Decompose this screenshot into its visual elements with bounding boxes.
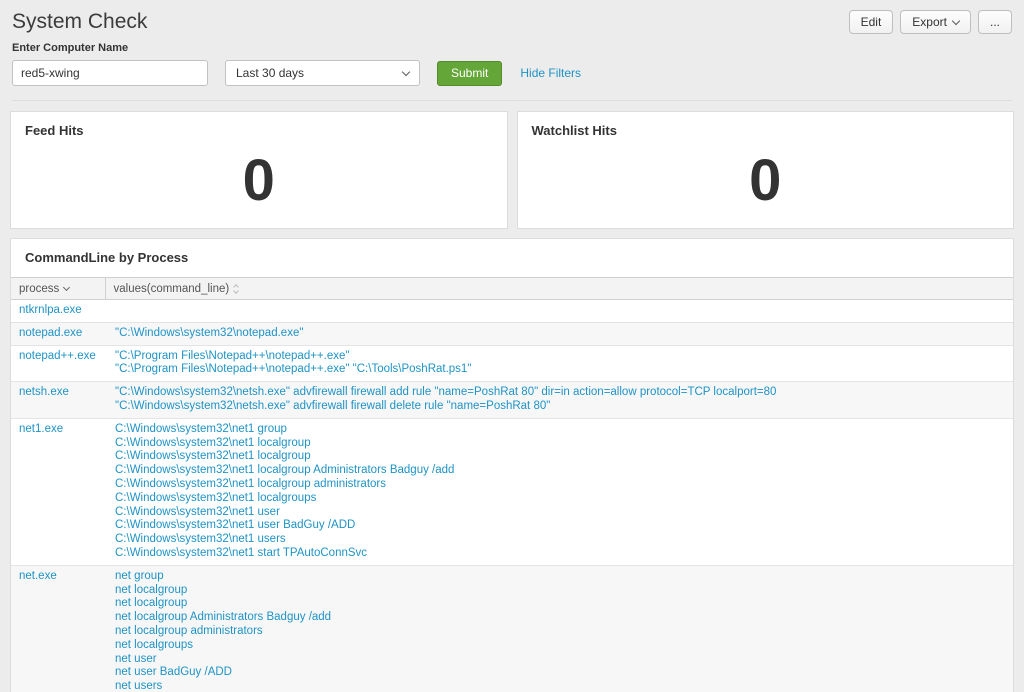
process-cell[interactable]: netsh.exe: [19, 386, 69, 398]
process-cell[interactable]: net.exe: [19, 570, 57, 582]
command-line-cell[interactable]: C:\Windows\system32\net1 group: [115, 423, 1005, 437]
feed-hits-panel: Feed Hits 0: [10, 111, 508, 229]
command-line-cell[interactable]: C:\Windows\system32\net1 localgroup: [115, 437, 1005, 451]
command-line-cell[interactable]: C:\Windows\system32\net1 localgroup Admi…: [115, 464, 1005, 478]
command-line-cell[interactable]: "C:\Windows\system32\netsh.exe" advfirew…: [115, 386, 1005, 400]
command-line-cell[interactable]: C:\Windows\system32\net1 user BadGuy /AD…: [115, 519, 1005, 533]
column-header-process[interactable]: process: [11, 278, 105, 300]
command-line-cell[interactable]: C:\Windows\system32\net1 localgroups: [115, 492, 1005, 506]
command-line-cell[interactable]: net localgroups: [115, 639, 1005, 653]
table-row: ntkrnlpa.exe: [11, 300, 1013, 323]
sort-both-icon: [234, 285, 238, 293]
column-header-values[interactable]: values(command_line): [105, 278, 1013, 300]
command-line-cell[interactable]: C:\Windows\system32\net1 start TPAutoCon…: [115, 547, 1005, 561]
watchlist-hits-value: 0: [749, 152, 781, 210]
chevron-down-icon: [952, 16, 960, 24]
chevron-down-icon: [402, 67, 410, 75]
command-line-cell[interactable]: net user: [115, 653, 1005, 667]
commandline-panel: CommandLine by Process process values(co…: [10, 238, 1014, 692]
time-range-selected-label: Last 30 days: [236, 66, 304, 80]
computer-name-input[interactable]: [12, 60, 208, 86]
command-line-cell[interactable]: net localgroup Administrators Badguy /ad…: [115, 611, 1005, 625]
submit-button[interactable]: Submit: [437, 61, 502, 86]
column-header-process-label: process: [19, 283, 59, 295]
command-line-cell[interactable]: net user BadGuy /ADD: [115, 666, 1005, 680]
hide-filters-link[interactable]: Hide Filters: [520, 66, 581, 80]
command-line-cell[interactable]: "C:\Program Files\Notepad++\notepad++.ex…: [115, 350, 1005, 364]
process-cell[interactable]: net1.exe: [19, 423, 63, 435]
table-body: ntkrnlpa.exe notepad.exe "C:\Windows\syst…: [11, 300, 1013, 692]
command-line-cell[interactable]: net users: [115, 680, 1005, 692]
export-button-label: Export: [912, 15, 947, 29]
command-line-cell[interactable]: net localgroup administrators: [115, 625, 1005, 639]
table-row: net.exenet groupnet localgroupnet localg…: [11, 565, 1013, 692]
command-line-cell[interactable]: "C:\Windows\system32\notepad.exe": [115, 327, 1005, 341]
column-header-values-label: values(command_line): [114, 283, 230, 295]
feed-hits-title: Feed Hits: [11, 112, 507, 142]
command-line-cell[interactable]: "C:\Program Files\Notepad++\notepad++.ex…: [115, 363, 1005, 377]
command-line-cell[interactable]: net localgroup: [115, 584, 1005, 598]
command-line-cell[interactable]: net group: [115, 570, 1005, 584]
process-cell[interactable]: notepad.exe: [19, 327, 82, 339]
command-line-cell[interactable]: net localgroup: [115, 597, 1005, 611]
commandline-panel-title: CommandLine by Process: [11, 239, 1013, 269]
command-line-cell[interactable]: C:\Windows\system32\net1 users: [115, 533, 1005, 547]
feed-hits-value: 0: [243, 152, 275, 210]
page-title: System Check: [12, 8, 147, 34]
watchlist-hits-title: Watchlist Hits: [518, 112, 1014, 142]
process-cell[interactable]: notepad++.exe: [19, 350, 96, 362]
filters-fieldset: Enter Computer Name Last 30 days Submit …: [12, 34, 1012, 101]
table-row: netsh.exe "C:\Windows\system32\netsh.exe"…: [11, 382, 1013, 419]
computer-name-label: Enter Computer Name: [12, 42, 1012, 54]
process-cell[interactable]: ntkrnlpa.exe: [19, 304, 82, 316]
results-table: process values(command_line) ntkrnlpa.ex…: [11, 277, 1013, 692]
dashboard-header: System Check Edit Export ... Enter Compu…: [0, 0, 1024, 101]
table-row: notepad.exe "C:\Windows\system32\notepad.…: [11, 322, 1013, 345]
dashboard-body: Feed Hits 0 Watchlist Hits 0 CommandLine…: [0, 101, 1024, 692]
table-row: net1.exeC:\Windows\system32\net1 groupC:…: [11, 418, 1013, 565]
header-actions: Edit Export ...: [849, 8, 1012, 34]
sort-desc-icon: [63, 284, 70, 291]
command-line-cell[interactable]: C:\Windows\system32\net1 localgroup: [115, 450, 1005, 464]
command-line-cell[interactable]: C:\Windows\system32\net1 user: [115, 506, 1005, 520]
command-line-cell[interactable]: "C:\Windows\system32\netsh.exe" advfirew…: [115, 400, 1005, 414]
watchlist-hits-panel: Watchlist Hits 0: [517, 111, 1015, 229]
ellipsis-icon: ...: [990, 15, 1000, 29]
time-range-select[interactable]: Last 30 days: [225, 60, 420, 86]
table-row: notepad++.exe "C:\Program Files\Notepad++…: [11, 345, 1013, 382]
edit-button-label: Edit: [861, 15, 882, 29]
edit-button[interactable]: Edit: [849, 10, 894, 34]
export-button[interactable]: Export: [900, 10, 971, 34]
command-line-cell[interactable]: C:\Windows\system32\net1 localgroup admi…: [115, 478, 1005, 492]
more-options-button[interactable]: ...: [978, 10, 1012, 34]
